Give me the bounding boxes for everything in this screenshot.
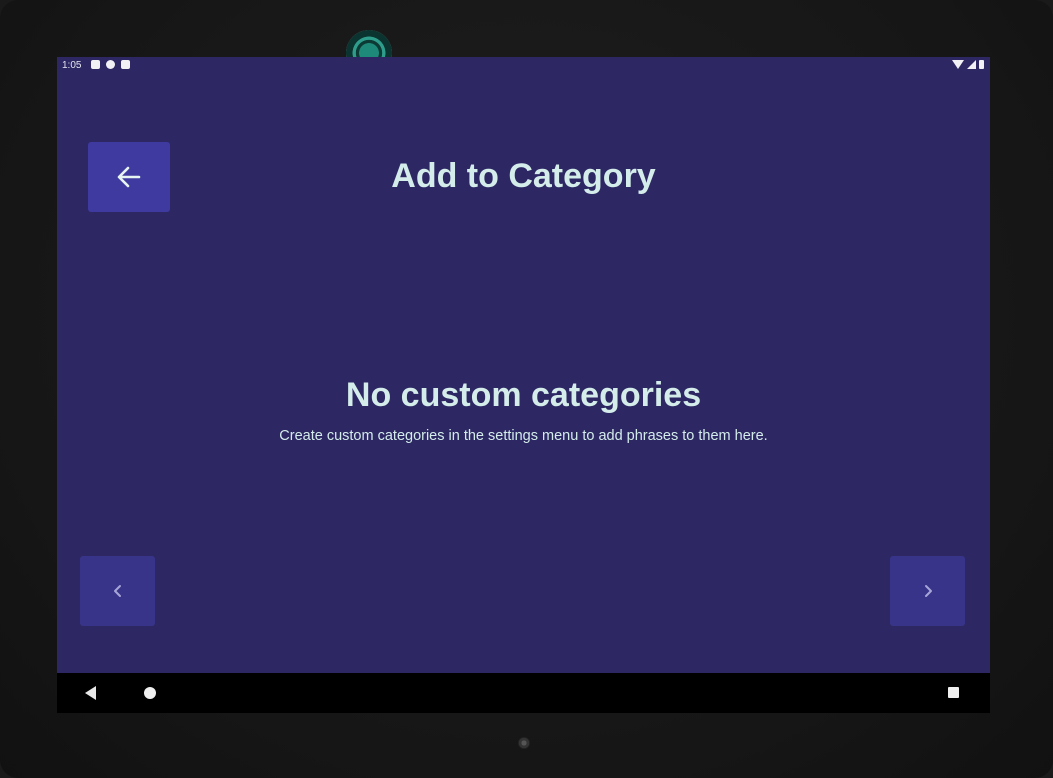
signal-icon [967, 60, 976, 69]
nav-back-button[interactable] [85, 686, 96, 700]
page-title: Add to Category [391, 157, 656, 195]
tablet-device: 1:05 Add to Category No custom categorie… [0, 0, 1053, 778]
nav-home-button[interactable] [144, 687, 156, 699]
nav-recents-button[interactable] [948, 687, 959, 698]
notification-icon [106, 60, 115, 69]
chevron-right-icon [924, 585, 932, 597]
status-time: 1:05 [62, 60, 82, 71]
battery-icon [979, 60, 984, 69]
empty-state-subtitle: Create custom categories in the settings… [279, 428, 768, 444]
empty-state-title: No custom categories [345, 376, 702, 414]
next-page-button[interactable] [890, 556, 965, 626]
previous-page-button[interactable] [80, 556, 155, 626]
sd-card-icon [121, 60, 130, 69]
notification-icons [91, 60, 130, 69]
wifi-icon [952, 60, 964, 69]
system-icons [952, 60, 984, 69]
app-screen: 1:05 Add to Category No custom categorie… [57, 57, 990, 713]
status-bar: 1:05 [57, 57, 990, 75]
notification-icon [91, 60, 100, 69]
chevron-left-icon [113, 585, 121, 597]
bottom-sensor [518, 737, 530, 749]
system-navigation-bar [57, 673, 990, 713]
